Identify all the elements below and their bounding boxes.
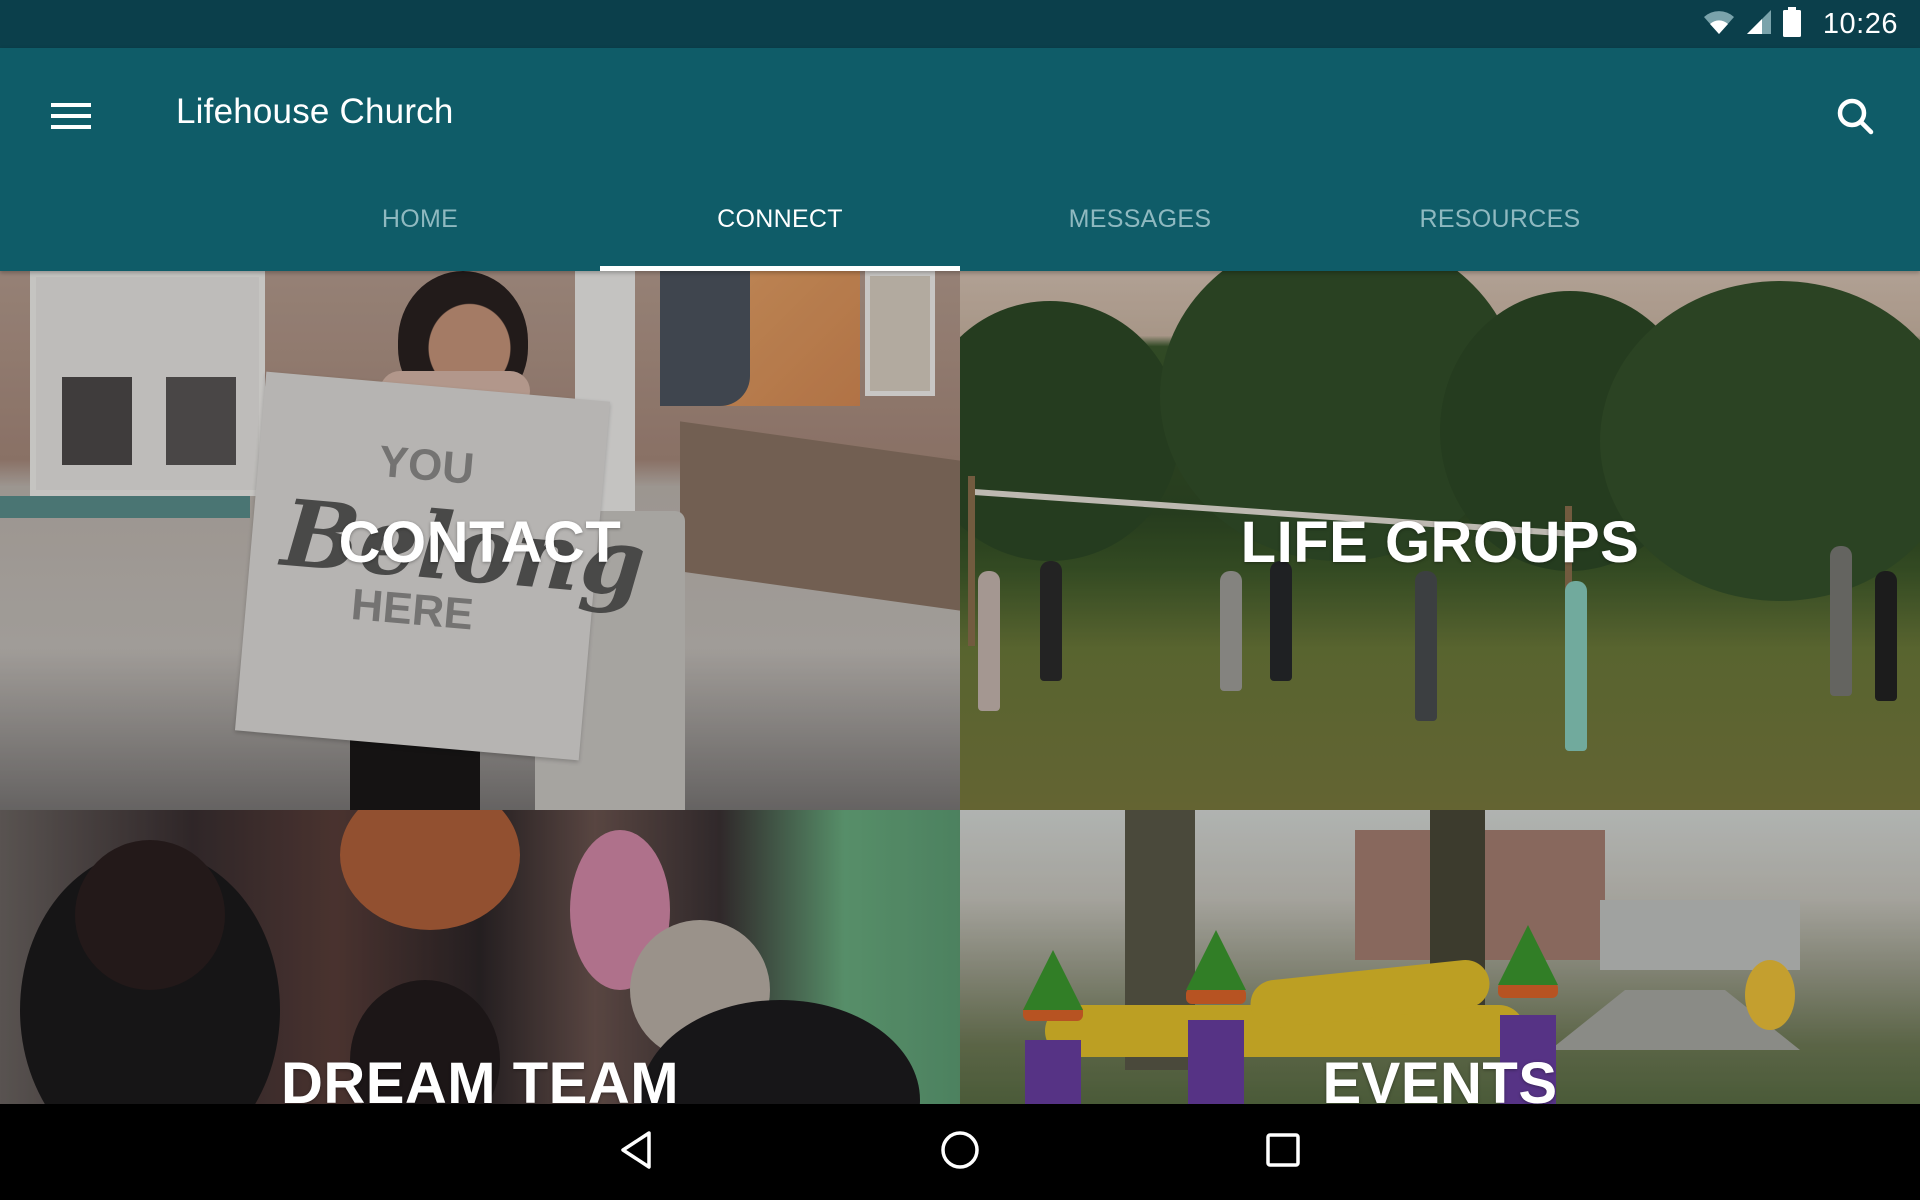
app-bar: Lifehouse Church HOME CONNECT MESSAGES R… (0, 48, 1920, 271)
hamburger-menu-icon (51, 101, 91, 136)
tab-label: RESOURCES (1419, 205, 1581, 233)
status-bar: 10:26 (0, 0, 1920, 48)
tile-events[interactable]: EVENTS (960, 810, 1920, 1104)
recents-button[interactable] (1243, 1122, 1323, 1182)
tab-label: HOME (381, 205, 459, 233)
wifi-icon (1703, 9, 1735, 40)
cell-signal-icon (1745, 8, 1773, 41)
status-time: 10:26 (1822, 7, 1898, 40)
home-button[interactable] (920, 1122, 1000, 1182)
home-circle-icon (939, 1129, 981, 1176)
tile-contact[interactable]: YOU Belong HERE CONTACT (0, 271, 960, 810)
app-title: Lifehouse Church (176, 92, 454, 131)
tile-label: CONTACT (338, 510, 622, 575)
status-icons: 10:26 (1703, 6, 1898, 42)
tile-life-groups[interactable]: LIFE GROUPS (960, 271, 1920, 810)
tab-label: CONNECT (717, 205, 843, 233)
tile-label: LIFE GROUPS (1240, 510, 1640, 575)
search-icon (1835, 96, 1875, 141)
connect-tile-grid: YOU Belong HERE CONTACT LIFE GROUPS DREA… (0, 271, 1920, 1104)
tab-label: MESSAGES (1068, 205, 1212, 233)
system-nav-bar (0, 1104, 1920, 1200)
tile-label: EVENTS (1322, 1051, 1558, 1104)
back-button[interactable] (596, 1122, 676, 1182)
tile-label: DREAM TEAM (280, 1051, 680, 1104)
search-button[interactable] (1820, 86, 1890, 150)
tab-home[interactable]: HOME (240, 180, 600, 271)
tab-connect[interactable]: CONNECT (600, 180, 960, 271)
tile-dream-team[interactable]: DREAM TEAM (0, 810, 960, 1104)
tab-bar: HOME CONNECT MESSAGES RESOURCES (240, 180, 1680, 271)
back-triangle-icon (619, 1130, 653, 1175)
tab-resources[interactable]: RESOURCES (1320, 180, 1680, 271)
recents-square-icon (1265, 1132, 1301, 1173)
battery-icon (1782, 6, 1801, 42)
menu-button[interactable] (36, 88, 106, 148)
tab-messages[interactable]: MESSAGES (960, 180, 1320, 271)
